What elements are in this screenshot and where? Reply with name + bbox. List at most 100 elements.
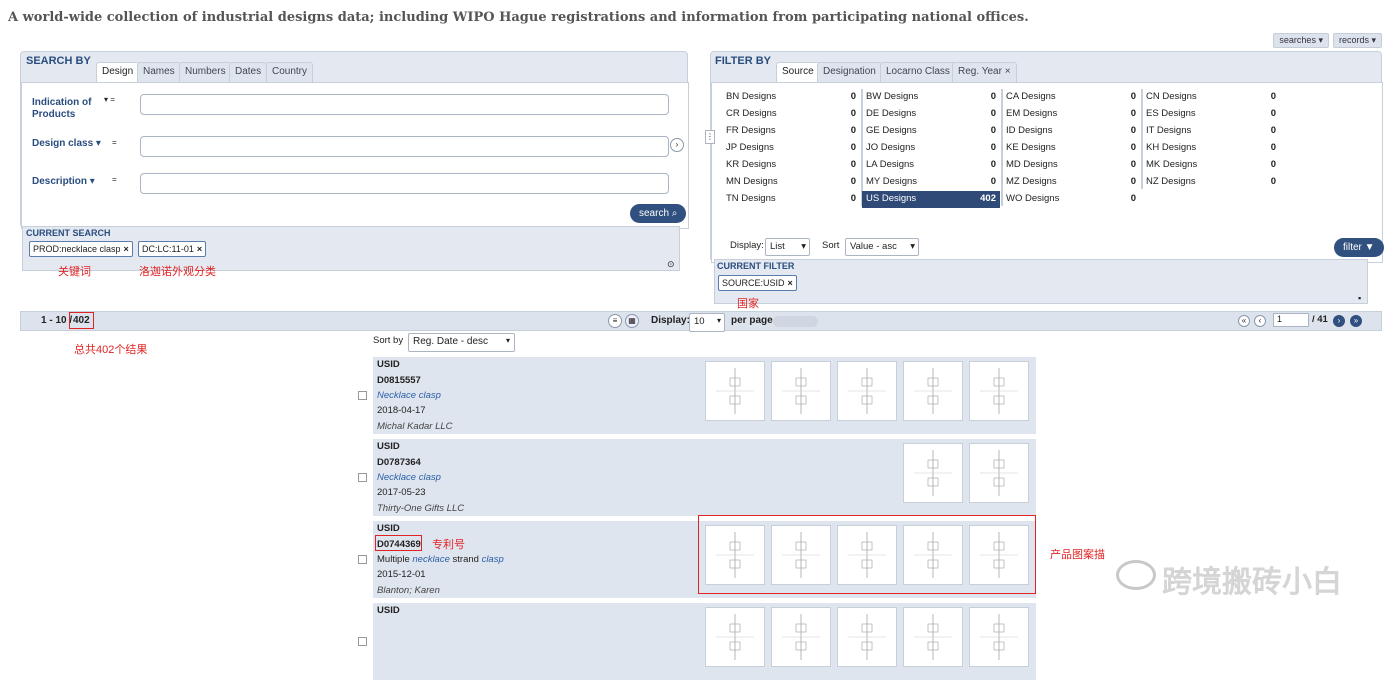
result-source: USID <box>377 523 400 534</box>
filter-option[interactable]: MZ Designs 0 <box>1002 174 1140 191</box>
filter-option-label: DE Designs <box>866 108 917 119</box>
result-checkbox[interactable] <box>358 391 367 400</box>
filter-option[interactable]: BN Designs 0 <box>722 89 860 106</box>
prev-page-icon[interactable]: ‹ <box>1254 315 1266 327</box>
list-view-icon[interactable]: ≡ <box>608 314 622 328</box>
design-thumbnail[interactable] <box>969 443 1029 503</box>
annotation-keyword: 关键词 <box>58 266 91 278</box>
result-date: 2015-12-01 <box>377 569 426 580</box>
filter-option[interactable]: IT Designs 0 <box>1142 123 1280 140</box>
result-checkbox[interactable] <box>358 473 367 482</box>
filter-option[interactable]: EM Designs 0 <box>1002 106 1140 123</box>
info-icon[interactable]: ⊙ <box>667 259 675 270</box>
filter-option[interactable]: MN Designs 0 <box>722 174 860 191</box>
design-thumbnail[interactable] <box>903 443 963 503</box>
sort-select[interactable]: Reg. Date - desc ▾ <box>408 333 515 352</box>
tab-design[interactable]: Design <box>96 62 140 83</box>
description-op[interactable]: = <box>112 175 117 184</box>
filter-option[interactable]: US Designs 402 <box>862 191 1000 208</box>
filter-option[interactable]: KE Designs 0 <box>1002 140 1140 157</box>
filter-option[interactable]: MY Designs 0 <box>862 174 1000 191</box>
filter-option[interactable]: FR Designs 0 <box>722 123 860 140</box>
filter-option-count: 0 <box>850 108 856 119</box>
result-number[interactable]: D0787364 <box>377 457 421 468</box>
tab-designation[interactable]: Designation <box>817 62 882 82</box>
indication-input[interactable] <box>140 94 669 115</box>
filter-option-label: WO Designs <box>1006 193 1060 204</box>
filter-sort-select[interactable]: Value - asc ▾ <box>845 238 919 256</box>
tab-numbers[interactable]: Numbers <box>179 62 232 82</box>
filter-option[interactable]: MD Designs 0 <box>1002 157 1140 174</box>
remove-chip-icon[interactable]: × <box>197 244 202 254</box>
filter-chip-source[interactable]: SOURCE:USID × <box>718 275 797 291</box>
filter-option[interactable]: CA Designs 0 <box>1002 89 1140 106</box>
design-thumbnail[interactable] <box>969 361 1029 421</box>
filter-option[interactable]: LA Designs 0 <box>862 157 1000 174</box>
filter-option[interactable]: BW Designs 0 <box>862 89 1000 106</box>
per-page-select[interactable]: 10 ▾ <box>689 313 725 332</box>
filter-option[interactable]: GE Designs 0 <box>862 123 1000 140</box>
design-thumbnail[interactable] <box>969 607 1029 667</box>
result-checkbox[interactable] <box>358 555 367 564</box>
search-chip-keyword[interactable]: PROD:necklace clasp × <box>29 241 133 257</box>
design-thumbnail[interactable] <box>705 361 765 421</box>
searches-button[interactable]: searches ▾ <box>1273 33 1329 48</box>
panel-collapse-handle[interactable]: ⋮ <box>705 130 715 144</box>
filter-display-select[interactable]: List ▾ <box>765 238 810 256</box>
design-drawing-icon <box>716 368 754 414</box>
grid-view-icon[interactable]: ▦ <box>625 314 639 328</box>
tab-names[interactable]: Names <box>137 62 181 82</box>
remove-chip-icon[interactable]: × <box>124 244 129 254</box>
filter-option-label: KE Designs <box>1006 142 1056 153</box>
filter-option[interactable]: DE Designs 0 <box>862 106 1000 123</box>
description-input[interactable] <box>140 173 669 194</box>
tab-locarno-class[interactable]: Locarno Class <box>880 62 956 82</box>
filter-option[interactable]: CR Designs 0 <box>722 106 860 123</box>
trash-icon[interactable]: ▪ <box>1358 293 1361 303</box>
design-class-browse-icon[interactable]: › <box>670 138 684 152</box>
design-class-op[interactable]: = <box>112 138 117 147</box>
filter-option[interactable]: JP Designs 0 <box>722 140 860 157</box>
result-product-part: clasp <box>481 554 504 565</box>
result-row[interactable]: USID D0815557 2018-04-17 Michal Kadar LLC Ne… <box>373 357 1036 434</box>
design-thumbnail[interactable] <box>903 607 963 667</box>
filter-option[interactable]: KH Designs 0 <box>1142 140 1280 157</box>
tab-source[interactable]: Source <box>776 62 820 83</box>
design-thumbnail[interactable] <box>771 607 831 667</box>
search-button[interactable]: search ⌕ <box>630 204 687 223</box>
result-row[interactable]: USID <box>373 603 1036 680</box>
indication-op[interactable]: ▾ = <box>104 95 115 104</box>
filter-option[interactable]: JO Designs 0 <box>862 140 1000 157</box>
filter-option[interactable]: CN Designs 0 <box>1142 89 1280 106</box>
filter-option[interactable]: TN Designs 0 <box>722 191 860 208</box>
remove-chip-icon[interactable]: × <box>788 278 793 288</box>
design-thumbnail[interactable] <box>837 361 897 421</box>
tab-dates[interactable]: Dates <box>229 62 268 82</box>
filter-panel: FILTER BY Source Designation Locarno Cla… <box>710 51 1384 263</box>
page-input[interactable]: 1 <box>1273 313 1309 327</box>
result-source: USID <box>377 359 400 370</box>
design-thumbnail[interactable] <box>837 607 897 667</box>
next-page-icon[interactable]: › <box>1333 315 1345 327</box>
filter-option[interactable]: KR Designs 0 <box>722 157 860 174</box>
result-checkbox[interactable] <box>358 637 367 646</box>
filter-option[interactable]: NZ Designs 0 <box>1142 174 1280 191</box>
last-page-icon[interactable]: » <box>1350 315 1362 327</box>
result-number[interactable]: D0815557 <box>377 375 421 386</box>
filter-option[interactable]: WO Designs 0 <box>1002 191 1140 208</box>
first-page-icon[interactable]: « <box>1238 315 1250 327</box>
result-row[interactable]: USID D0787364 2017-05-23 Thirty-One Gifts L… <box>373 439 1036 516</box>
design-class-input[interactable] <box>140 136 669 157</box>
design-thumbnail[interactable] <box>903 361 963 421</box>
tab-reg-year[interactable]: Reg. Year × <box>952 62 1017 82</box>
search-chip-class[interactable]: DC:LC:11-01 × <box>138 241 207 257</box>
filter-option[interactable]: ES Designs 0 <box>1142 106 1280 123</box>
design-thumbnail[interactable] <box>705 607 765 667</box>
filter-button[interactable]: filter ▼ <box>1334 238 1384 257</box>
filter-option[interactable]: MK Designs 0 <box>1142 157 1280 174</box>
records-button[interactable]: records ▾ <box>1332 33 1382 48</box>
filter-option[interactable]: ID Designs 0 <box>1002 123 1140 140</box>
design-thumbnail[interactable] <box>771 361 831 421</box>
tab-country[interactable]: Country <box>266 62 314 82</box>
per-page-slider[interactable] <box>773 316 818 327</box>
